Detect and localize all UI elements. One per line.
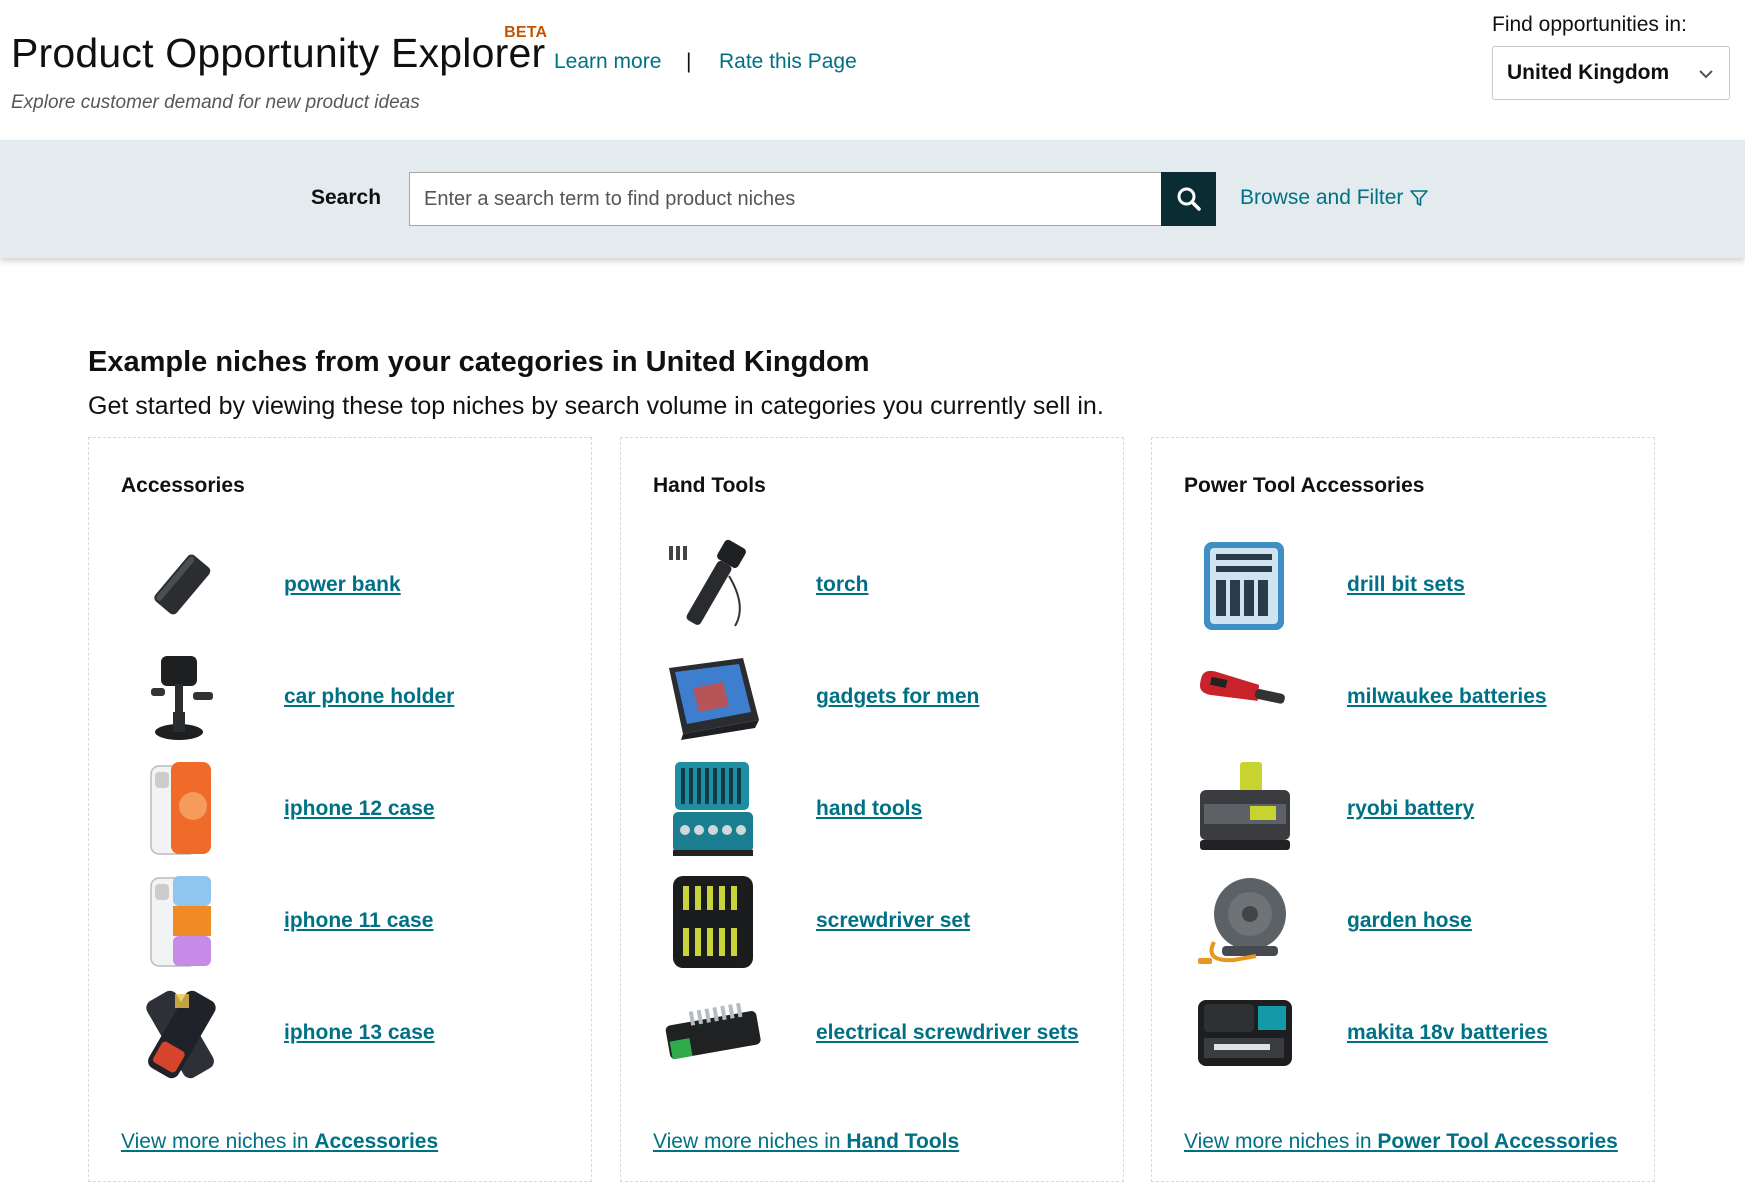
niche-link[interactable]: electrical screwdriver sets xyxy=(816,1021,1079,1045)
niche-item[interactable]: drill bit sets xyxy=(1184,536,1624,636)
card-title: Hand Tools xyxy=(653,474,766,497)
category-card-power-tool-accessories: Power Tool Accessories drill bit sets mi… xyxy=(1151,437,1655,1182)
niche-item[interactable]: milwaukee batteries xyxy=(1184,648,1624,748)
niche-link[interactable]: screwdriver set xyxy=(816,909,970,933)
niche-link[interactable]: drill bit sets xyxy=(1347,573,1465,597)
multitool-image xyxy=(1199,670,1285,704)
niche-item[interactable]: iphone 11 case xyxy=(121,872,561,972)
card-title: Power Tool Accessories xyxy=(1184,474,1425,497)
niche-link[interactable]: gadgets for men xyxy=(816,685,979,709)
chevron-down-icon xyxy=(1699,70,1713,79)
view-more-prefix: View more niches in xyxy=(653,1130,841,1153)
view-more-link[interactable]: View more niches in Power Tool Accessori… xyxy=(1184,1130,1618,1154)
niche-link[interactable]: iphone 12 case xyxy=(284,797,435,821)
battery-pack-image xyxy=(1198,1000,1292,1066)
niche-item[interactable]: iphone 13 case xyxy=(121,984,561,1084)
battery-charger-image xyxy=(1200,762,1290,850)
filter-icon xyxy=(1410,190,1429,206)
header-separator: | xyxy=(686,50,692,73)
niche-item[interactable]: power bank xyxy=(121,536,561,636)
niche-link[interactable]: milwaukee batteries xyxy=(1347,685,1547,709)
niche-item[interactable]: electrical screwdriver sets xyxy=(653,984,1093,1084)
title-wrap: Product Opportunity Explorer BETA xyxy=(11,24,547,77)
power-bank-image xyxy=(154,554,211,615)
country-select[interactable]: United Kingdom xyxy=(1492,46,1730,100)
niche-item[interactable]: ryobi battery xyxy=(1184,760,1624,860)
search-icon xyxy=(1177,187,1201,211)
view-more-category: Accessories xyxy=(314,1130,439,1153)
card-title: Accessories xyxy=(121,474,245,497)
hose-reel-image xyxy=(1198,878,1286,964)
niche-link[interactable]: car phone holder xyxy=(284,685,454,709)
app-title: Product Opportunity Explorer BETA xyxy=(11,24,547,77)
view-more-prefix: View more niches in xyxy=(121,1130,309,1153)
niche-item[interactable]: car phone holder xyxy=(121,648,561,748)
screwdriver-set-image xyxy=(673,876,753,968)
app-subtitle: Explore customer demand for new product … xyxy=(11,92,420,113)
car-phone-holder-image xyxy=(151,656,213,740)
niche-link[interactable]: iphone 11 case xyxy=(284,909,433,933)
rate-page-link[interactable]: Rate this Page xyxy=(719,50,857,74)
search-band: Search Browse and Filter xyxy=(0,140,1745,258)
browse-filter-link[interactable]: Browse and Filter xyxy=(1240,186,1429,210)
phone-magnifier-image xyxy=(669,658,759,740)
niche-link[interactable]: ryobi battery xyxy=(1347,797,1474,821)
niche-link[interactable]: power bank xyxy=(284,573,401,597)
niche-link[interactable]: iphone 13 case xyxy=(284,1021,435,1045)
category-card-hand-tools: Hand Tools torch gadgets for men hand to… xyxy=(620,437,1124,1182)
iphone-12-case-image xyxy=(150,762,211,855)
page-header: Product Opportunity Explorer BETA Explor… xyxy=(0,0,1745,140)
search-input[interactable] xyxy=(409,172,1162,226)
learn-more-link[interactable]: Learn more xyxy=(554,50,661,74)
niche-link[interactable]: garden hose xyxy=(1347,909,1472,933)
country-select-value: United Kingdom xyxy=(1507,61,1670,84)
view-more-category: Power Tool Accessories xyxy=(1377,1130,1618,1153)
niche-item[interactable]: garden hose xyxy=(1184,872,1624,972)
app-title-text: Product Opportunity Explorer xyxy=(11,30,546,76)
iphone-11-case-image xyxy=(150,876,211,967)
search-button[interactable] xyxy=(1161,172,1216,226)
beta-badge: BETA xyxy=(504,24,548,41)
niche-item[interactable]: screwdriver set xyxy=(653,872,1093,972)
niche-link[interactable]: hand tools xyxy=(816,797,922,821)
niche-item[interactable]: makita 18v batteries xyxy=(1184,984,1624,1084)
drill-bit-case-image xyxy=(1204,542,1284,630)
browse-filter-label: Browse and Filter xyxy=(1240,186,1404,209)
niche-item[interactable]: hand tools xyxy=(653,760,1093,860)
niche-item[interactable]: torch xyxy=(653,536,1093,636)
iphone-13-case-image xyxy=(146,990,216,1079)
niche-link[interactable]: torch xyxy=(816,573,869,597)
category-card-accessories: Accessories power bank car phone holder xyxy=(88,437,592,1182)
niche-item[interactable]: iphone 12 case xyxy=(121,760,561,860)
bit-set-image xyxy=(665,1002,761,1060)
country-label: Find opportunities in: xyxy=(1492,13,1687,36)
torch-image xyxy=(669,539,746,627)
view-more-link[interactable]: View more niches in Hand Tools xyxy=(653,1130,959,1154)
view-more-category: Hand Tools xyxy=(846,1130,960,1153)
niche-item[interactable]: gadgets for men xyxy=(653,648,1093,748)
view-more-prefix: View more niches in xyxy=(1184,1130,1372,1153)
niche-link[interactable]: makita 18v batteries xyxy=(1347,1021,1548,1045)
section-title: Example niches from your categories in U… xyxy=(88,346,870,378)
view-more-link[interactable]: View more niches in Accessories xyxy=(121,1130,438,1154)
tool-case-image xyxy=(673,762,753,856)
section-subtitle: Get started by viewing these top niches … xyxy=(88,392,1104,420)
search-label: Search xyxy=(311,186,382,209)
